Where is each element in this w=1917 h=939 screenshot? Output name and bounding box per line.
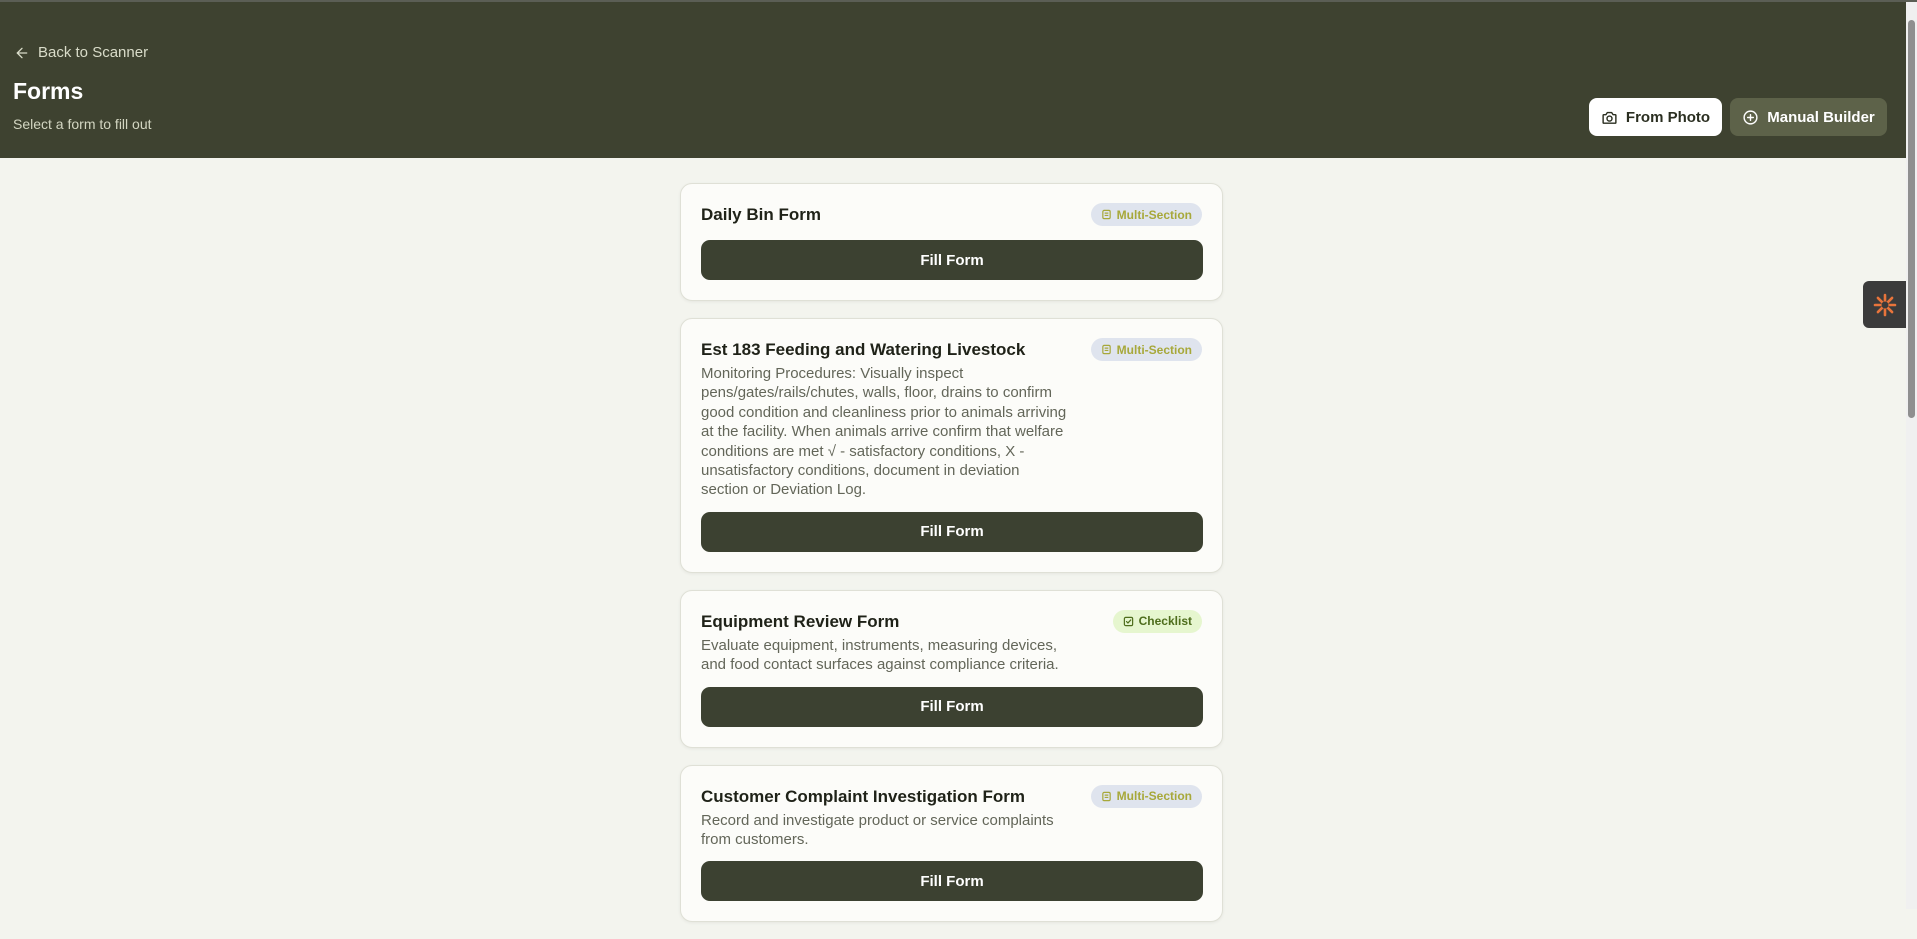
scrollbar-thumb[interactable] — [1908, 20, 1915, 418]
multi-section-badge: Multi-Section — [1090, 338, 1202, 361]
form-description: Evaluate equipment, instruments, measuri… — [701, 636, 1059, 674]
fill-form-button[interactable]: Fill Form — [701, 511, 1203, 552]
back-to-scanner-link[interactable]: Back to Scanner — [14, 44, 148, 61]
form-title: Equipment Review Form — [701, 611, 900, 631]
form-title: Customer Complaint Investigation Form — [701, 786, 1025, 806]
badge-label: Multi-Section — [1116, 207, 1192, 222]
forms-list: Daily Bin Form Multi-Section Fill Form E… — [680, 183, 1223, 939]
camera-icon — [1602, 111, 1617, 124]
page-title: Forms — [13, 78, 84, 104]
from-photo-button[interactable]: From Photo — [1589, 98, 1722, 136]
fill-form-button[interactable]: Fill Form — [701, 240, 1203, 280]
from-photo-label: From Photo — [1625, 108, 1711, 126]
badge-label: Multi-Section — [1116, 342, 1192, 357]
form-card: Equipment Review Form Checklist Evaluate… — [680, 589, 1223, 748]
multi-section-badge: Multi-Section — [1090, 203, 1202, 226]
manual-builder-label: Manual Builder — [1767, 108, 1875, 126]
form-title: Daily Bin Form — [701, 205, 821, 224]
manual-builder-button[interactable]: Manual Builder — [1730, 98, 1887, 136]
fill-form-button[interactable]: Fill Form — [701, 861, 1203, 902]
asterisk-spark-icon — [1873, 293, 1896, 316]
multi-section-badge: Multi-Section — [1090, 784, 1202, 808]
badge-label: Multi-Section — [1116, 789, 1192, 804]
back-label: Back to Scanner — [38, 44, 149, 61]
plus-circle-icon — [1743, 109, 1758, 125]
fill-form-button[interactable]: Fill Form — [701, 686, 1203, 727]
folder-icon — [1101, 791, 1111, 801]
form-card: Customer Complaint Investigation Form Mu… — [680, 764, 1223, 923]
page-header: Back to Scanner Forms Select a form to f… — [0, 2, 1906, 158]
folder-icon — [1101, 344, 1111, 355]
page-subtitle: Select a form to fill out — [13, 116, 152, 132]
form-description: Record and investigate product or servic… — [701, 811, 1054, 849]
form-card: Daily Bin Form Multi-Section Fill Form — [680, 183, 1223, 301]
check-square-icon — [1123, 616, 1133, 627]
arrow-left-icon — [16, 47, 28, 58]
badge-label: Checklist — [1138, 614, 1192, 629]
assistant-widget-tab[interactable] — [1863, 281, 1906, 328]
form-card: Est 183 Feeding and Watering Livestock M… — [680, 318, 1223, 573]
form-description: Monitoring Procedures: Visually inspect … — [701, 365, 1067, 499]
form-title: Est 183 Feeding and Watering Livestock — [701, 340, 1026, 359]
folder-icon — [1101, 209, 1111, 220]
checklist-badge: Checklist — [1112, 609, 1202, 633]
